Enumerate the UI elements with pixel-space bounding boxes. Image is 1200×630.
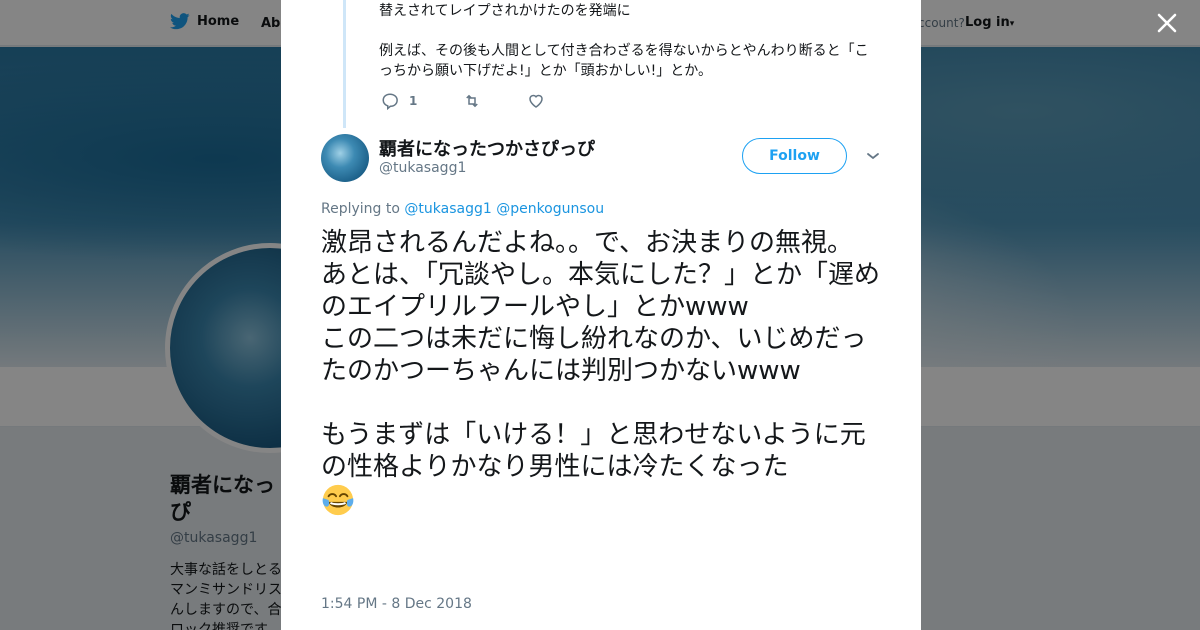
previous-tweet-text: 替えされてレイプされかけたのを発端に 例えば、その後も人間として付き合わざるを得… [379, 3, 869, 79]
chevron-down-icon [867, 153, 879, 160]
author-avatar[interactable] [321, 134, 369, 182]
reply-button[interactable]: 1 [381, 92, 417, 110]
author-handle[interactable]: @tukasagg1 [379, 160, 466, 176]
thread-connector-line [343, 0, 346, 128]
replying-to: Replying to @tukasagg1 @penkogunsou [321, 201, 604, 217]
tweet-text: 激昂されるんだよね。。で、お決まりの無視。 あとは、「冗談やし。本気にした？」と… [321, 228, 881, 482]
heart-icon [529, 94, 544, 108]
reply-count: 1 [409, 94, 418, 108]
retweet-button[interactable] [463, 92, 481, 110]
replying-prefix: Replying to [321, 201, 400, 217]
like-button[interactable] [527, 92, 545, 110]
mention-link[interactable]: @penkogunsou [496, 201, 604, 217]
close-button[interactable] [1155, 12, 1179, 36]
tweet-timestamp[interactable]: 1:54 PM - 8 Dec 2018 [321, 596, 472, 612]
mention-link[interactable]: @tukasagg1 [404, 201, 491, 217]
tears-of-joy-emoji-icon [322, 484, 354, 516]
tweet-modal: 替えされてレイプされかけたのを発端に 例えば、その後も人間として付き合わざるを得… [281, 0, 921, 630]
previous-tweet-actions: 1 [381, 92, 591, 110]
reply-icon [382, 93, 398, 110]
follow-button[interactable]: Follow [742, 138, 847, 174]
tweet-text-container: 激昂されるんだよね。。で、お決まりの無視。 あとは、「冗談やし。本気にした？」と… [321, 227, 891, 519]
more-options-button[interactable] [865, 148, 881, 164]
retweet-icon [466, 94, 479, 108]
author-name[interactable]: 覇者になったつかさぴっぴ [379, 135, 595, 161]
close-icon [1157, 13, 1177, 33]
